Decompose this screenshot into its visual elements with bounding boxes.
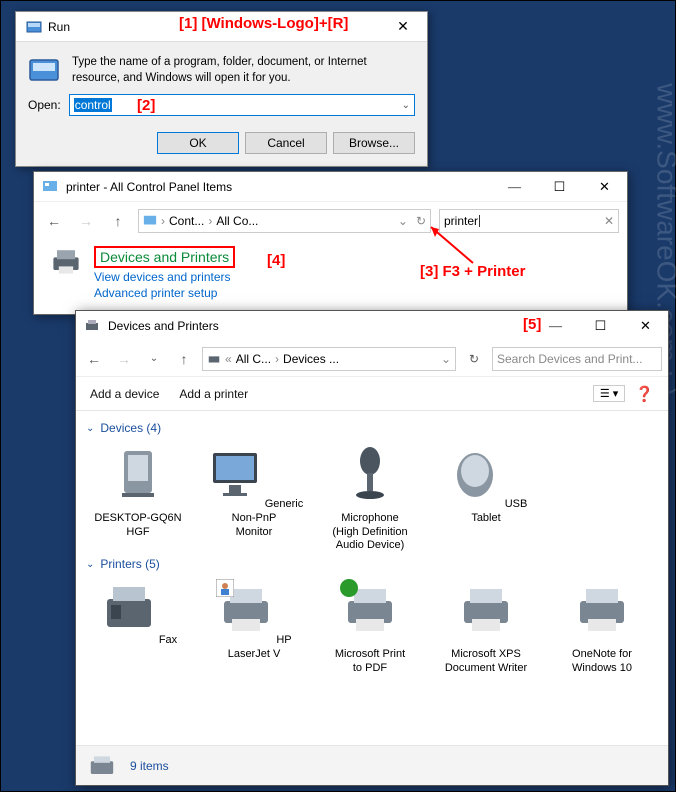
printers-group-header[interactable]: ⌄ Printers (5) <box>86 557 658 571</box>
devices-grid: DESKTOP-GQ6NHGF Generic Non-PnPMonitor M… <box>86 443 658 553</box>
dp-search-input[interactable]: Search Devices and Print... <box>492 347 662 371</box>
control-panel-window: printer - All Control Panel Items ← → ↑ … <box>33 171 628 315</box>
item-label: DESKTOP-GQ6NHGF <box>94 512 181 538</box>
dp-refresh-icon[interactable]: ↻ <box>462 352 486 366</box>
printers-grid: Fax HP LaserJet V Microsoft Printto PDF … <box>86 579 658 675</box>
cancel-button[interactable]: Cancel <box>245 132 327 154</box>
item-label: Generic Non-PnPMonitor <box>232 498 304 538</box>
devices-group-header[interactable]: ⌄ Devices (4) <box>86 421 658 435</box>
cp-title-text: printer - All Control Panel Items <box>66 180 492 194</box>
devices-printers-icon <box>84 318 100 334</box>
printer-item-pdf[interactable]: Microsoft Printto PDF <box>318 579 422 675</box>
run-titlebar: Run ✕ <box>16 12 427 42</box>
ok-button[interactable]: OK <box>157 132 239 154</box>
dp-addr-icon <box>207 352 221 366</box>
item-label: Microsoft Printto PDF <box>335 648 405 674</box>
printer-item-fax[interactable]: Fax <box>86 579 190 675</box>
chevron-down-icon[interactable]: ⌄ <box>402 100 410 111</box>
chevron-down-icon: ⌄ <box>86 423 94 434</box>
item-label: Microphone(High DefinitionAudio Device) <box>332 512 407 552</box>
nav-forward-icon[interactable]: → <box>74 213 98 229</box>
devices-group-label: Devices (4) <box>100 421 161 435</box>
device-item-monitor[interactable]: Generic Non-PnPMonitor <box>202 443 306 553</box>
clear-search-icon[interactable]: ✕ <box>604 214 614 228</box>
device-item-tablet[interactable]: USB Tablet <box>434 443 538 553</box>
printer-icon <box>340 579 400 639</box>
run-body-icon <box>28 54 60 86</box>
maximize-button[interactable] <box>537 173 582 201</box>
dp-breadcrumb-1[interactable]: All C... <box>236 352 271 366</box>
devices-printers-window: Devices and Printers ← → ⌄ ↑ «All C... ›… <box>75 310 669 786</box>
view-options-button[interactable]: ☰ ▾ <box>593 385 625 402</box>
refresh-icon[interactable]: ↻ <box>416 214 426 228</box>
open-input-value: control <box>74 98 112 112</box>
nav-up-icon[interactable]: ↑ <box>106 213 130 229</box>
run-title: Run <box>48 20 383 34</box>
item-label: OneNote forWindows 10 <box>572 648 632 674</box>
open-label: Open: <box>28 98 61 112</box>
advanced-setup-link[interactable]: Advanced printer setup <box>94 286 235 300</box>
search-value: printer <box>444 214 478 228</box>
run-dialog: Run ✕ Type the name of a program, folder… <box>15 11 428 167</box>
close-icon[interactable]: ✕ <box>383 18 423 35</box>
control-panel-small-icon <box>143 214 157 228</box>
dp-window-controls <box>533 312 668 340</box>
printer-icon <box>572 579 632 639</box>
status-printer-icon <box>86 753 118 779</box>
add-device-button[interactable]: Add a device <box>90 387 159 401</box>
dp-title-text: Devices and Printers <box>108 319 533 333</box>
open-input[interactable]: control ⌄ <box>69 94 415 116</box>
user-badge-icon <box>216 579 234 597</box>
dp-addr-dropdown[interactable]: ⌄ <box>441 352 451 366</box>
fax-icon <box>99 579 159 639</box>
computer-icon <box>108 443 168 503</box>
default-check-icon <box>340 579 358 597</box>
printer-icon <box>48 246 84 276</box>
dp-maximize[interactable] <box>578 312 623 340</box>
dp-nav-recent[interactable]: ⌄ <box>142 353 166 364</box>
printer-item-onenote[interactable]: OneNote forWindows 10 <box>550 579 654 675</box>
device-item-desktop[interactable]: DESKTOP-GQ6NHGF <box>86 443 190 553</box>
search-input[interactable]: printer ✕ <box>439 209 619 233</box>
dp-minimize[interactable] <box>533 312 578 340</box>
control-panel-icon <box>42 179 58 195</box>
devices-printers-header[interactable]: Devices and Printers <box>94 246 235 268</box>
monitor-icon <box>205 443 265 503</box>
run-description: Type the name of a program, folder, docu… <box>72 54 415 86</box>
run-icon <box>26 19 42 35</box>
help-icon[interactable]: ❓ <box>635 385 654 403</box>
browse-button[interactable]: Browse... <box>333 132 415 154</box>
dp-nav-up[interactable]: ↑ <box>172 351 196 367</box>
add-printer-button[interactable]: Add a printer <box>179 387 248 401</box>
mouse-icon <box>445 443 505 503</box>
run-button-row: OK Cancel Browse... <box>16 124 427 166</box>
dp-breadcrumb-2[interactable]: Devices ... <box>283 352 339 366</box>
device-item-microphone[interactable]: Microphone(High DefinitionAudio Device) <box>318 443 422 553</box>
breadcrumb-2[interactable]: All Co... <box>216 214 258 228</box>
nav-back-icon[interactable]: ← <box>42 213 66 229</box>
printer-item-hp[interactable]: HP LaserJet V <box>202 579 306 675</box>
printers-group-label: Printers (5) <box>100 557 159 571</box>
dp-address-bar[interactable]: «All C... ›Devices ... ⌄ <box>202 347 456 371</box>
item-label: Fax <box>159 634 177 646</box>
dp-close[interactable] <box>623 312 668 340</box>
printer-icon <box>456 579 516 639</box>
address-bar[interactable]: ›Cont... ›All Co... ⌄↻ <box>138 209 431 233</box>
breadcrumb-1[interactable]: Cont... <box>169 214 204 228</box>
dp-nav-back[interactable]: ← <box>82 351 106 367</box>
microphone-icon <box>340 443 400 503</box>
dp-nav-forward[interactable]: → <box>112 351 136 367</box>
window-controls <box>492 173 627 201</box>
status-bar: 9 items <box>76 745 668 785</box>
printer-item-xps[interactable]: Microsoft XPSDocument Writer <box>434 579 538 675</box>
status-text: 9 items <box>130 759 169 773</box>
printer-icon <box>216 579 276 639</box>
close-button[interactable] <box>582 173 627 201</box>
item-label: Microsoft XPSDocument Writer <box>445 648 527 674</box>
view-devices-link[interactable]: View devices and printers <box>94 270 235 284</box>
minimize-button[interactable] <box>492 173 537 201</box>
chevron-down-icon: ⌄ <box>86 559 94 570</box>
addr-dropdown-icon[interactable]: ⌄ <box>398 214 408 228</box>
